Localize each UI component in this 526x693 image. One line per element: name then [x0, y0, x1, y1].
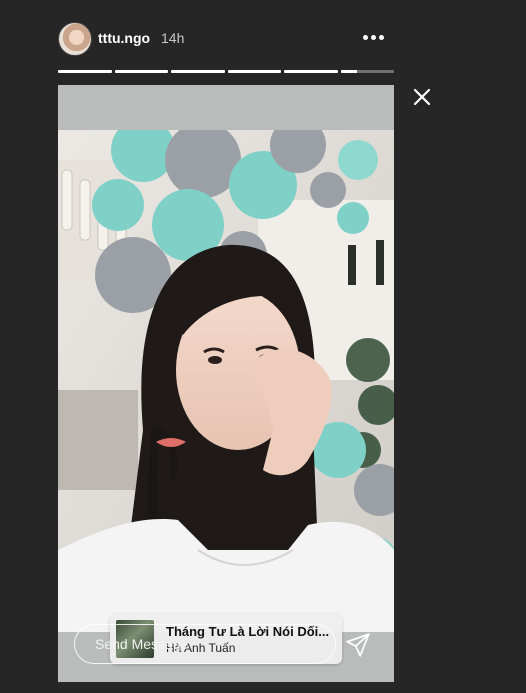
more-horizontal-icon[interactable]	[363, 35, 384, 40]
progress-segment-fill	[340, 70, 357, 73]
username[interactable]: tttu.ngo	[98, 30, 150, 46]
progress-segment	[114, 70, 168, 73]
progress-segment-fill	[114, 70, 168, 73]
progress-segment-fill	[284, 70, 338, 73]
story-media[interactable]: Tháng Tư Là Lời Nói Dối... Hà Anh Tuấn	[58, 85, 394, 682]
progress-segment-fill	[171, 70, 225, 73]
send-icon[interactable]	[345, 632, 371, 658]
story-progress-bar	[58, 70, 394, 73]
timestamp: 14h	[161, 30, 185, 46]
send-message-input[interactable]	[74, 624, 336, 664]
close-icon[interactable]	[412, 87, 432, 107]
progress-segment	[58, 70, 112, 73]
progress-segment	[171, 70, 225, 73]
progress-segment	[284, 70, 338, 73]
progress-segment	[227, 70, 281, 73]
story-photo	[58, 130, 394, 632]
progress-segment-fill	[58, 70, 112, 73]
story-header: tttu.ngo 14h	[58, 22, 394, 56]
progress-segment	[340, 70, 394, 73]
avatar[interactable]	[58, 22, 92, 56]
progress-segment-fill	[227, 70, 281, 73]
